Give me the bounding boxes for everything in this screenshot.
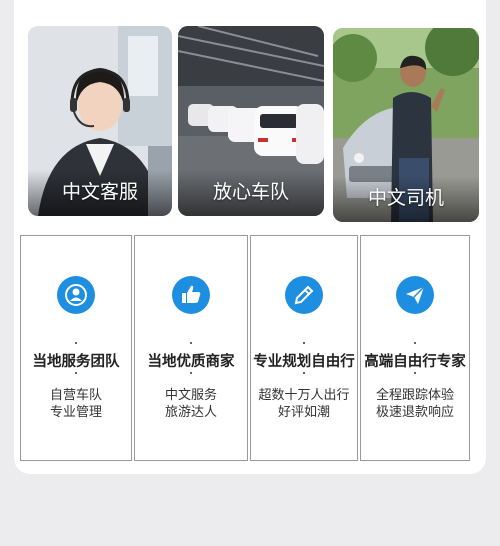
photo-caption: 放心车队 [212,181,289,203]
feature-local-merchants[interactable]: 当地优质商家 中文服务 旅游达人 [134,235,248,461]
feature-desc-line: 旅游达人 [164,405,217,420]
feature-desc-line: 超数十万人出行 [258,388,350,403]
feature-description: 全程跟踪体验 极速退款响应 [361,387,469,421]
pencil-icon [285,276,323,314]
feature-description: 中文服务 旅游达人 [135,387,247,421]
divider-dot [303,342,305,344]
feature-trip-planning[interactable]: 专业规划自由行 超数十万人出行 好评如潮 [250,235,358,461]
thumbs-up-icon [172,276,210,314]
feature-title: 专业规划自由行 [253,354,355,370]
divider-dot [75,342,77,344]
paper-plane-icon [396,276,434,314]
feature-desc-line: 中文服务 [164,388,217,403]
feature-description: 超数十万人出行 好评如潮 [251,387,357,421]
photo-caption: 中文司机 [367,187,444,209]
feature-title: 当地优质商家 [147,354,235,370]
fleet-photo[interactable]: 放心车队 [178,26,324,216]
driver-photo[interactable]: 中文司机 [333,28,479,222]
feature-desc-line: 好评如潮 [277,405,330,420]
user-icon [57,276,95,314]
customer-service-photo[interactable]: 中文客服 [28,26,172,216]
photo-caption: 中文客服 [61,181,138,203]
divider-dot [414,342,416,344]
divider-dot [75,372,77,374]
feature-desc-line: 自营车队 [49,388,102,403]
feature-title: 当地服务团队 [32,354,120,370]
feature-title: 高端自由行专家 [364,354,466,370]
feature-premium-travel[interactable]: 高端自由行专家 全程跟踪体验 极速退款响应 [360,235,470,461]
divider-dot [190,342,192,344]
feature-description: 自营车队 专业管理 [21,387,131,421]
feature-desc-line: 全程跟踪体验 [375,388,454,403]
feature-local-team[interactable]: 当地服务团队 自营车队 专业管理 [20,235,132,461]
divider-dot [190,372,192,374]
feature-desc-line: 极速退款响应 [375,405,454,420]
divider-dot [303,372,305,374]
divider-dot [414,372,416,374]
feature-desc-line: 专业管理 [49,405,102,420]
